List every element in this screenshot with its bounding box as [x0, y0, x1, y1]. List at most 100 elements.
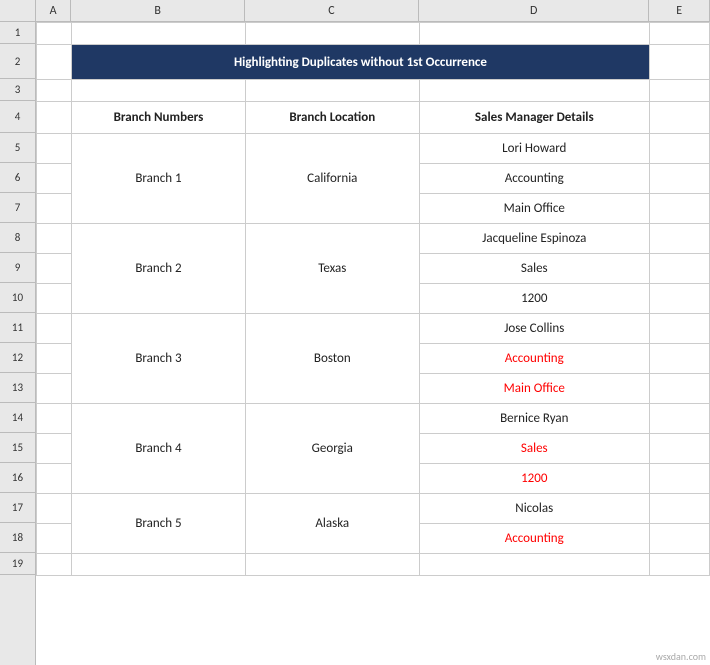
r3-d	[419, 80, 649, 102]
r5-a	[37, 134, 72, 164]
row-num-14: 14	[0, 403, 35, 433]
branch4-detail3: 1200	[419, 464, 649, 494]
sheet-table: Highlighting Duplicates without 1st Occu…	[36, 22, 710, 576]
branch5-detail2: Accounting	[419, 524, 649, 554]
row-num-12: 12	[0, 343, 35, 373]
row-4-header: Branch Numbers Branch Location Sales Man…	[37, 102, 710, 134]
branch3-number: Branch 3	[72, 314, 246, 404]
col-header-b: B	[71, 0, 245, 21]
row-num-8: 8	[0, 223, 35, 253]
branch1-detail2: Accounting	[419, 164, 649, 194]
column-headers: A B C D E	[0, 0, 710, 22]
row-17-branch5: Branch 5 Alaska Nicolas	[37, 494, 710, 524]
r19-a	[37, 554, 72, 576]
branch1-detail1: Lori Howard	[419, 134, 649, 164]
r17-a	[37, 494, 72, 524]
branch4-detail1: Bernice Ryan	[419, 404, 649, 434]
r16-e	[649, 464, 709, 494]
branch5-number: Branch 5	[72, 494, 246, 554]
row-num-4: 4	[0, 101, 35, 133]
row-num-6: 6	[0, 163, 35, 193]
r10-e	[649, 284, 709, 314]
r9-a	[37, 254, 72, 284]
row-num-13: 13	[0, 373, 35, 403]
r5-e	[649, 134, 709, 164]
branch1-detail3: Main Office	[419, 194, 649, 224]
title-cell: Highlighting Duplicates without 1st Occu…	[72, 45, 650, 80]
row-num-15: 15	[0, 433, 35, 463]
branch1-location: California	[245, 134, 419, 224]
r14-e	[649, 404, 709, 434]
row-8-branch2: Branch 2 Texas Jacqueline Espinoza	[37, 224, 710, 254]
r3-a	[37, 80, 72, 102]
row-num-3: 3	[0, 79, 35, 101]
branch5-location: Alaska	[245, 494, 419, 554]
branch5-detail1: Nicolas	[419, 494, 649, 524]
r16-a	[37, 464, 72, 494]
row-numbers: 1 2 3 4 5 6 7 8 9 10 11 12 13 14 15 16 1…	[0, 22, 36, 665]
r1-a	[37, 23, 72, 45]
r3-b	[72, 80, 246, 102]
row-1	[37, 23, 710, 45]
spreadsheet: A B C D E 1 2 3 4 5 6 7 8 9 10 11 12 13 …	[0, 0, 710, 665]
row-5-branch1: Branch 1 California Lori Howard	[37, 134, 710, 164]
row-num-5: 5	[0, 133, 35, 163]
branch1-number: Branch 1	[72, 134, 246, 224]
branch2-location: Texas	[245, 224, 419, 314]
row-num-2: 2	[0, 44, 35, 79]
row-num-10: 10	[0, 283, 35, 313]
branch4-number: Branch 4	[72, 404, 246, 494]
r1-d	[419, 23, 649, 45]
r8-a	[37, 224, 72, 254]
r19-d	[419, 554, 649, 576]
corner-cell	[0, 0, 36, 21]
r17-e	[649, 494, 709, 524]
r9-e	[649, 254, 709, 284]
r2-e	[649, 45, 709, 80]
row-num-1: 1	[0, 22, 35, 44]
row-num-7: 7	[0, 193, 35, 223]
r19-c	[245, 554, 419, 576]
r12-e	[649, 344, 709, 374]
r11-a	[37, 314, 72, 344]
row-num-9: 9	[0, 253, 35, 283]
r4-branch-numbers: Branch Numbers	[72, 102, 246, 134]
r11-e	[649, 314, 709, 344]
r10-a	[37, 284, 72, 314]
r3-e	[649, 80, 709, 102]
r1-e	[649, 23, 709, 45]
branch2-number: Branch 2	[72, 224, 246, 314]
row-num-11: 11	[0, 313, 35, 343]
branch3-detail1: Jose Collins	[419, 314, 649, 344]
r3-c	[245, 80, 419, 102]
branch3-detail2: Accounting	[419, 344, 649, 374]
r13-e	[649, 374, 709, 404]
col-header-c: C	[245, 0, 419, 21]
branch4-location: Georgia	[245, 404, 419, 494]
branch2-detail1: Jacqueline Espinoza	[419, 224, 649, 254]
r13-a	[37, 374, 72, 404]
r4-branch-location: Branch Location	[245, 102, 419, 134]
branch4-detail2: Sales	[419, 434, 649, 464]
r18-a	[37, 524, 72, 554]
r7-e	[649, 194, 709, 224]
row-num-16: 16	[0, 463, 35, 493]
row-num-18: 18	[0, 523, 35, 553]
row-2-title: Highlighting Duplicates without 1st Occu…	[37, 45, 710, 80]
r6-e	[649, 164, 709, 194]
r1-b	[72, 23, 246, 45]
r15-e	[649, 434, 709, 464]
row-num-17: 17	[0, 493, 35, 523]
r14-a	[37, 404, 72, 434]
row-num-19: 19	[0, 553, 35, 575]
branch2-detail3: 1200	[419, 284, 649, 314]
rows-area: 1 2 3 4 5 6 7 8 9 10 11 12 13 14 15 16 1…	[0, 22, 710, 665]
branch3-location: Boston	[245, 314, 419, 404]
row-19	[37, 554, 710, 576]
row-3	[37, 80, 710, 102]
r1-c	[245, 23, 419, 45]
r19-b	[72, 554, 246, 576]
r2-a	[37, 45, 72, 80]
r18-e	[649, 524, 709, 554]
r6-a	[37, 164, 72, 194]
